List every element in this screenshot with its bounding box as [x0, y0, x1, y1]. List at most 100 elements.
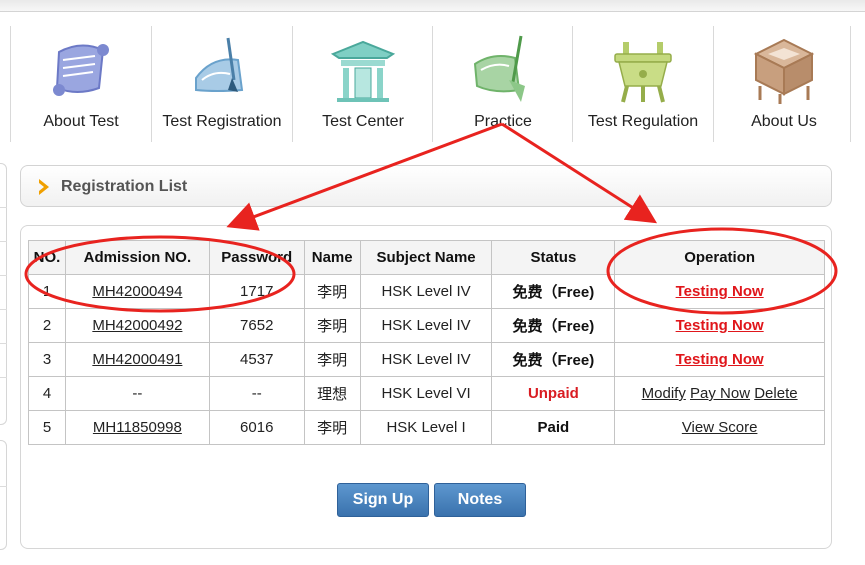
col-header-no: NO. — [28, 240, 66, 275]
admission-link[interactable]: MH42000491 — [92, 351, 182, 368]
subject-cell: HSK Level IV — [359, 342, 493, 377]
nav-label: Test Regulation — [587, 113, 699, 130]
row-no: 4 — [28, 376, 66, 411]
sidebar-divider — [0, 241, 7, 242]
bronze-cauldron-icon — [614, 42, 672, 103]
registration-table: NO. Admission NO. Password Name Subject … — [28, 240, 825, 445]
table-row: 5 MH11850998 6016 李明 HSK Level I Paid Vi… — [28, 410, 825, 445]
name-cell: 李明 — [303, 274, 361, 309]
password-cell: 6016 — [208, 410, 305, 445]
password-cell: 4537 — [208, 342, 305, 377]
col-header-admission: Admission NO. — [64, 240, 210, 275]
password-cell: 7652 — [208, 308, 305, 343]
modify-link[interactable]: Modify — [642, 385, 686, 402]
name-cell: 李明 — [303, 308, 361, 343]
scroll-brush-icon — [195, 37, 244, 92]
view-score-link[interactable]: View Score — [682, 419, 758, 436]
admission-link[interactable]: MH42000494 — [92, 283, 182, 300]
operation-cell: Testing Now — [614, 274, 825, 309]
sidebar-divider — [0, 486, 7, 487]
password-cell: -- — [208, 376, 305, 411]
status-cell: 免费（Free) — [491, 308, 616, 343]
operation-cell: Modify Pay Now Delete — [614, 376, 825, 411]
scroll-icon — [53, 44, 109, 96]
registration-list-header: Registration List — [20, 165, 832, 207]
admission-link[interactable]: MH11850998 — [93, 419, 182, 436]
status-free: 免费（Free) — [512, 284, 595, 301]
sidebar-divider — [0, 207, 7, 208]
status-cell: 免费（Free) — [491, 274, 616, 309]
subject-cell: HSK Level IV — [359, 308, 493, 343]
testing-now-link[interactable]: Testing Now — [676, 283, 764, 300]
top-banner-strip — [0, 0, 865, 12]
testing-now-link[interactable]: Testing Now — [676, 317, 764, 334]
status-cell: 免费（Free) — [491, 342, 616, 377]
notes-button[interactable]: Notes — [434, 483, 526, 517]
name-cell: 李明 — [303, 410, 361, 445]
name-cell: 理想 — [303, 376, 361, 411]
nav-label: About Test — [43, 113, 119, 130]
sign-up-button[interactable]: Sign Up — [337, 483, 429, 517]
nav-label: Test Registration — [162, 113, 282, 130]
operation-cell: View Score — [614, 410, 825, 445]
admission-cell: -- — [64, 376, 210, 411]
pavilion-icon — [330, 40, 396, 102]
nav-test-registration[interactable]: Test Registration — [152, 24, 292, 142]
admission-cell: MH42000492 — [64, 308, 210, 343]
sidebar-divider — [0, 377, 7, 378]
admission-cell: MH42000494 — [64, 274, 210, 309]
status-free: 免费（Free) — [512, 352, 595, 369]
col-header-password: Password — [208, 240, 305, 275]
wooden-box-icon — [753, 38, 815, 104]
left-sidebar-panel-lower — [0, 440, 7, 550]
password-cell: 1717 — [208, 274, 305, 309]
status-cell: Unpaid — [491, 376, 616, 411]
main-nav: About Test Test Registration Test Center — [0, 24, 865, 142]
nav-label: About Us — [751, 113, 817, 130]
left-sidebar-panel — [0, 163, 7, 425]
section-title: Registration List — [61, 178, 188, 195]
row-no: 2 — [28, 308, 66, 343]
status-paid: Paid — [537, 419, 570, 436]
testing-now-link[interactable]: Testing Now — [676, 351, 764, 368]
admission-cell: MH42000491 — [64, 342, 210, 377]
table-row: 2 MH42000492 7652 李明 HSK Level IV 免费（Fre… — [28, 308, 825, 343]
table-row: 1 MH42000494 1717 李明 HSK Level IV 免费（Fre… — [28, 274, 825, 309]
admission-cell: MH11850998 — [64, 410, 210, 445]
nav-label: Practice — [474, 113, 532, 130]
row-no: 1 — [28, 274, 66, 309]
col-header-name: Name — [303, 240, 361, 275]
status-free: 免费（Free) — [512, 318, 595, 335]
operation-cell: Testing Now — [614, 308, 825, 343]
nav-about-test[interactable]: About Test — [11, 24, 151, 142]
subject-cell: HSK Level I — [359, 410, 493, 445]
table-row: 3 MH42000491 4537 李明 HSK Level IV 免费（Fre… — [28, 342, 825, 377]
nav-test-center[interactable]: Test Center — [293, 24, 433, 142]
col-header-subject: Subject Name — [359, 240, 493, 275]
table-header-row: NO. Admission NO. Password Name Subject … — [28, 240, 825, 275]
chevron-right-icon — [39, 179, 49, 195]
col-header-operation: Operation — [614, 240, 825, 275]
row-no: 5 — [28, 410, 66, 445]
name-cell: 李明 — [303, 342, 361, 377]
nav-practice[interactable]: Practice — [433, 24, 573, 142]
pay-now-link[interactable]: Pay Now — [690, 385, 750, 402]
subject-cell: HSK Level VI — [359, 376, 493, 411]
col-header-status: Status — [491, 240, 616, 275]
nav-test-regulation[interactable]: Test Regulation — [573, 24, 713, 142]
status-unpaid: Unpaid — [527, 385, 579, 402]
status-cell: Paid — [491, 410, 616, 445]
nav-divider — [850, 26, 851, 142]
operation-cell: Testing Now — [614, 342, 825, 377]
scroll-pen-icon — [473, 35, 525, 102]
table-row: 4 -- -- 理想 HSK Level VI Unpaid Modify Pa… — [28, 376, 825, 411]
sidebar-divider — [0, 275, 7, 276]
sidebar-divider — [0, 343, 7, 344]
sidebar-divider — [0, 309, 7, 310]
nav-about-us[interactable]: About Us — [714, 24, 854, 142]
row-no: 3 — [28, 342, 66, 377]
admission-link[interactable]: MH42000492 — [92, 317, 182, 334]
delete-link[interactable]: Delete — [754, 385, 797, 402]
subject-cell: HSK Level IV — [359, 274, 493, 309]
nav-label: Test Center — [322, 113, 404, 130]
